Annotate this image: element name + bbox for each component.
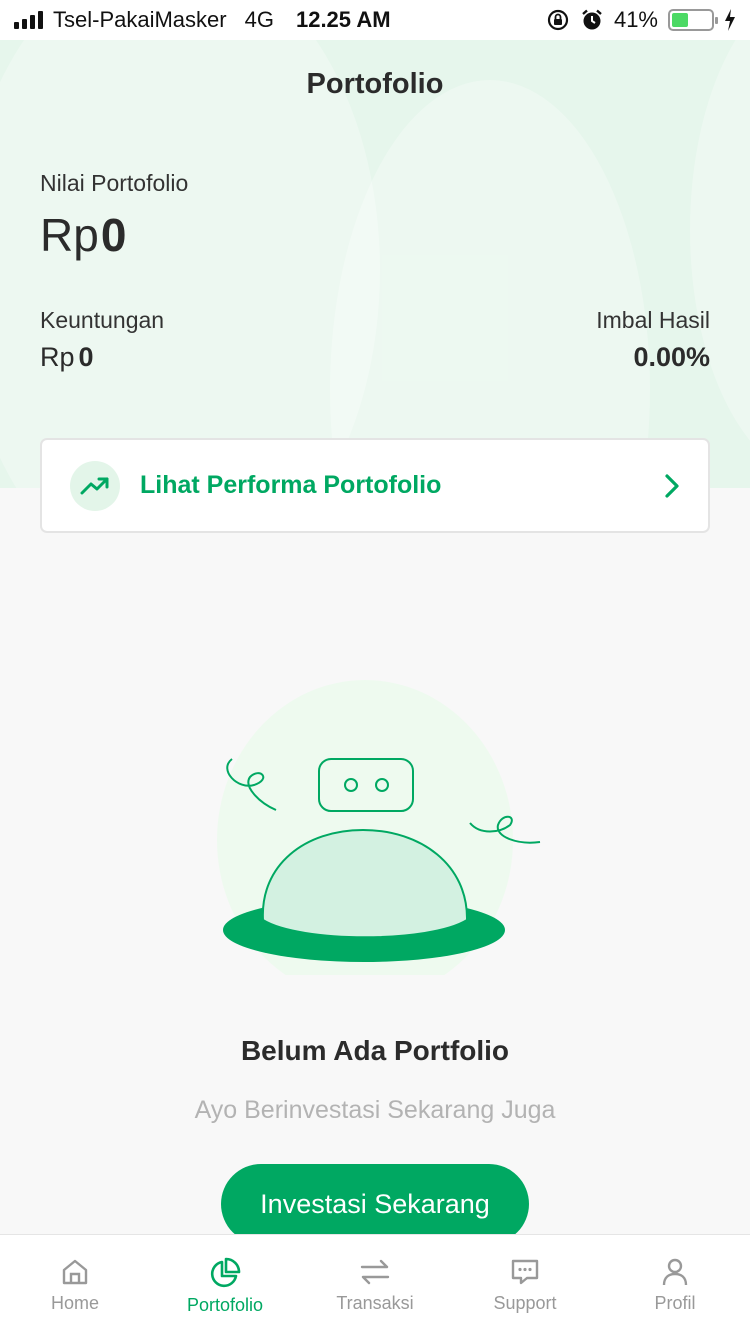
signal-icon bbox=[14, 11, 43, 29]
view-performance-button[interactable]: Lihat Performa Portofolio bbox=[40, 438, 710, 533]
alarm-icon bbox=[582, 9, 602, 30]
battery-percent: 41% bbox=[613, 7, 658, 32]
profit-label: Keuntungan bbox=[40, 307, 165, 333]
portfolio-value-currency: Rp bbox=[40, 209, 99, 261]
tab-portofolio-label: Portofolio bbox=[186, 1295, 264, 1315]
home-icon bbox=[62, 1259, 88, 1285]
portfolio-value-label: Nilai Portofolio bbox=[40, 170, 189, 196]
tab-support-label: Support bbox=[493, 1293, 557, 1313]
portfolio-value: Rp0 bbox=[40, 208, 126, 262]
chat-icon bbox=[511, 1259, 539, 1285]
chevron-right-icon bbox=[665, 473, 679, 498]
pie-chart-icon bbox=[210, 1257, 241, 1288]
portfolio-value-amount: 0 bbox=[100, 209, 127, 261]
swap-icon bbox=[360, 1259, 390, 1285]
empty-state-subtitle: Ayo Berinvestasi Sekarang Juga bbox=[194, 1096, 556, 1124]
tab-profil-label: Profil bbox=[654, 1293, 696, 1313]
status-bar: Tsel-PakaiMasker 4G 12.25 AM 41% bbox=[0, 0, 750, 40]
tab-portofolio[interactable]: Portofolio bbox=[150, 1235, 300, 1334]
tab-transaksi-label: Transaksi bbox=[336, 1293, 414, 1313]
return-value: 0.00% bbox=[633, 342, 710, 372]
return-label: Imbal Hasil bbox=[596, 307, 710, 333]
page-title: Portofolio bbox=[306, 68, 444, 100]
network-type: 4G bbox=[244, 7, 274, 32]
battery-icon bbox=[668, 9, 718, 31]
empty-state-title: Belum Ada Portfolio bbox=[240, 1035, 510, 1066]
carrier-name: Tsel-PakaiMasker bbox=[53, 7, 227, 32]
tab-transaksi[interactable]: Transaksi bbox=[300, 1235, 450, 1334]
bottom-tab-bar: Home Portofolio Transaksi Support Profil bbox=[0, 1234, 750, 1334]
profit-value: Rp 0 bbox=[40, 342, 94, 373]
charging-icon bbox=[725, 9, 735, 31]
profit-currency: Rp bbox=[40, 342, 75, 372]
status-time: 12.25 AM bbox=[295, 7, 391, 32]
portfolio-summary: Portofolio Nilai Portofolio Rp0 Keuntung… bbox=[0, 40, 750, 488]
invest-now-button[interactable]: Investasi Sekarang bbox=[221, 1164, 529, 1244]
tab-home-label: Home bbox=[50, 1293, 99, 1313]
tab-support[interactable]: Support bbox=[450, 1235, 600, 1334]
tab-home[interactable]: Home bbox=[0, 1235, 150, 1334]
profit-amount: 0 bbox=[78, 342, 94, 372]
empty-portfolio-illustration bbox=[217, 680, 541, 975]
trending-up-icon bbox=[70, 460, 120, 511]
tab-profil[interactable]: Profil bbox=[600, 1235, 750, 1334]
user-icon bbox=[662, 1258, 688, 1286]
view-performance-label: Lihat Performa Portofolio bbox=[140, 471, 442, 499]
rotation-lock-icon bbox=[547, 9, 569, 31]
